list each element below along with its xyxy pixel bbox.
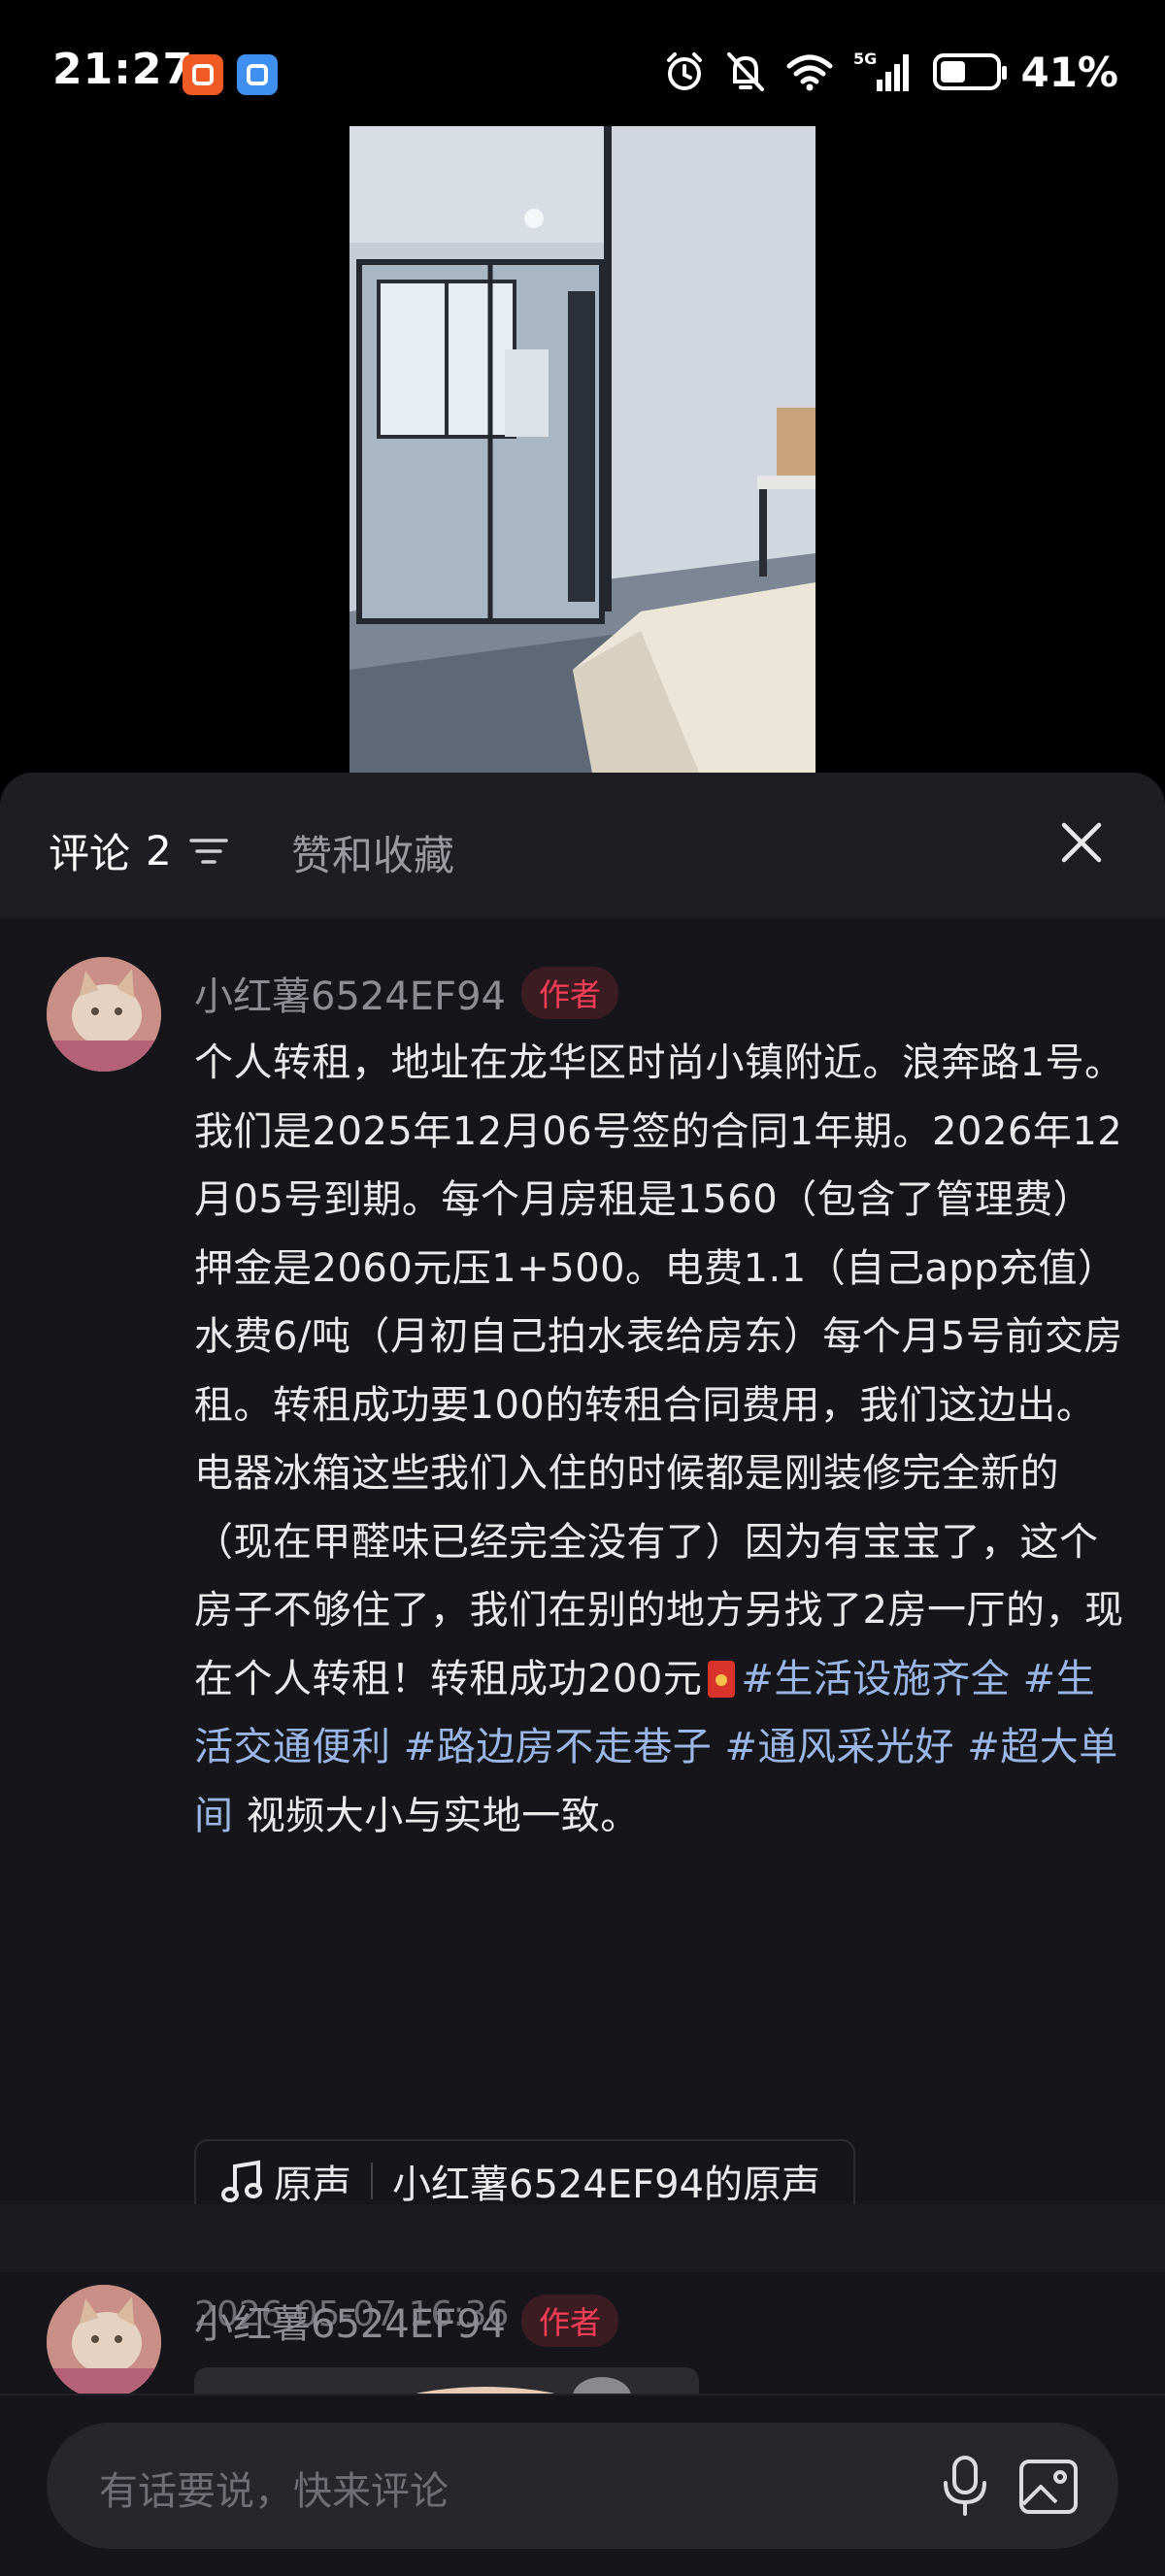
author-badge: 作者 [520, 967, 618, 1019]
comment-body-text: 个人转租，地址在龙华区时尚小镇附近。浪奔路1号。我们是2025年12月06号签的… [194, 1040, 1124, 1701]
avatar[interactable] [47, 957, 161, 1072]
comment-input-bar: 有话要说，快来评论 [0, 2394, 1165, 2576]
hashtag-link[interactable]: #路边房不走巷子 [404, 1725, 713, 1769]
comments-header: 评论 2 赞和收藏 [0, 773, 1165, 918]
hashtag-link[interactable]: #通风采光好 [724, 1725, 954, 1769]
comments-sheet: 评论 2 赞和收藏 小红薯6524EF94 作者 个人转租，地址在龙华区时尚小镇… [0, 773, 1165, 2574]
sound-divider [371, 2163, 373, 2199]
comment-header: 小红薯6524EF94 作者 [194, 965, 618, 1021]
comment-count: 2 [146, 827, 172, 875]
sound-label: 原声 [274, 2163, 351, 2207]
status-bar: 21:27 5G 41% [0, 0, 1165, 116]
comment-input[interactable]: 有话要说，快来评论 [47, 2423, 1118, 2549]
close-icon[interactable] [1056, 817, 1107, 868]
tab-comments[interactable]: 评论 2 [49, 821, 228, 880]
comment-tail-text: 视频大小与实地一致。 [233, 1793, 640, 1838]
avatar[interactable] [47, 2285, 161, 2399]
battery-percent: 41% [1020, 48, 1118, 96]
username[interactable]: 小红薯6524EF94 [194, 965, 506, 1021]
mute-icon [727, 52, 765, 91]
signal-icon: 5G [853, 50, 910, 91]
status-icons: 5G 41% [663, 47, 1118, 97]
avatar-cat-image [47, 2285, 161, 2399]
hashtag-link[interactable]: #生活设施齐全 [741, 1657, 1010, 1701]
comment-divider [0, 2204, 1165, 2272]
app-notification-icon-2 [237, 54, 278, 95]
battery-icon [933, 53, 1008, 90]
tab-likes-and-saves[interactable]: 赞和收藏 [291, 823, 454, 882]
red-envelope-icon [708, 1660, 736, 1698]
comment-input-placeholder: 有话要说，快来评论 [99, 2469, 449, 2514]
comment-header: 小红薯6524EF94 作者 [194, 2293, 618, 2349]
status-time: 21:27 [52, 45, 194, 94]
app-notification-icon [183, 54, 223, 95]
network-type: 5G [853, 50, 877, 68]
sound-name: 小红薯6524EF94的原声 [392, 2163, 820, 2207]
room-photo [350, 126, 816, 773]
sort-filter-icon[interactable] [189, 835, 228, 868]
avatar-cat-image [47, 957, 161, 1072]
alarm-icon [667, 52, 703, 90]
author-badge: 作者 [520, 2295, 618, 2347]
microphone-icon[interactable] [938, 2454, 992, 2518]
username[interactable]: 小红薯6524EF94 [194, 2293, 506, 2349]
comment-text: 个人转租，地址在龙华区时尚小镇附近。浪奔路1号。我们是2025年12月06号签的… [194, 1029, 1126, 1850]
video-thumbnail[interactable] [350, 126, 816, 773]
wifi-icon [786, 54, 833, 91]
tab-comments-label: 评论 [49, 830, 131, 877]
image-upload-icon[interactable] [1017, 2456, 1080, 2518]
music-note-icon [221, 2160, 262, 2202]
